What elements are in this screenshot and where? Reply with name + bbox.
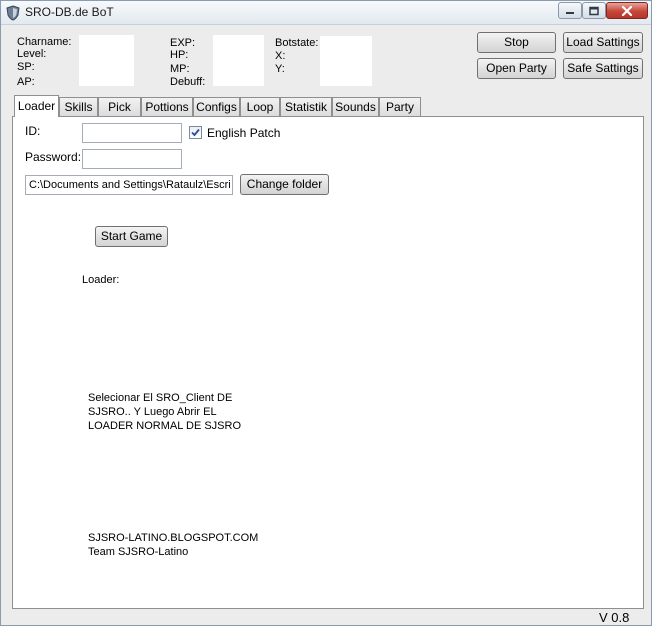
start-game-button[interactable]: Start Game (95, 226, 168, 247)
load-settings-button[interactable]: Load Sattings (563, 32, 643, 53)
save-settings-button[interactable]: Safe Sattings (563, 58, 643, 79)
main-window: SRO-DB.de BoT Charname: Level: SP: AP: E… (0, 0, 652, 626)
checkmark-icon (191, 128, 200, 137)
english-patch-checkbox[interactable] (189, 126, 202, 139)
tab-party[interactable]: Party (379, 97, 421, 116)
botstate-values-box (320, 36, 372, 86)
stats-values-box (213, 35, 264, 86)
instruction-line-1: Selecionar El SRO_Client DE (88, 392, 233, 404)
id-input[interactable] (82, 123, 182, 143)
window-title: SRO-DB.de BoT (25, 5, 114, 19)
y-coord-label: Y: (275, 63, 285, 75)
tab-skills[interactable]: Skills (59, 97, 98, 116)
id-label: ID: (25, 124, 41, 138)
close-button[interactable] (606, 2, 648, 19)
ap-label: AP: (17, 76, 35, 88)
char-values-box (79, 35, 134, 86)
stop-button[interactable]: Stop (477, 32, 556, 53)
instruction-line-2: SJSRO.. Y Luego Abrir EL (88, 406, 217, 418)
minimize-button[interactable] (558, 2, 582, 19)
close-icon (621, 5, 633, 16)
version-label: V 0.8 (599, 610, 630, 625)
sp-label: SP: (17, 61, 35, 73)
password-input[interactable] (82, 149, 182, 169)
hp-label: HP: (170, 49, 189, 61)
loader-panel: ID: English Patch Password: C:\Documents… (12, 116, 644, 609)
tab-pottions[interactable]: Pottions (141, 97, 193, 116)
credit-team: Team SJSRO-Latino (88, 546, 189, 558)
english-patch-label: English Patch (207, 126, 281, 140)
tab-loader[interactable]: Loader (14, 95, 59, 117)
credit-url: SJSRO-LATINO.BLOGSPOT.COM (88, 532, 259, 544)
maximize-button[interactable] (582, 2, 606, 19)
tab-configs[interactable]: Configs (193, 97, 240, 116)
instruction-line-3: LOADER NORMAL DE SJSRO (88, 420, 242, 432)
change-folder-button[interactable]: Change folder (240, 174, 329, 195)
password-label: Password: (25, 150, 82, 164)
loader-status-label: Loader: (82, 274, 120, 286)
folder-path-input[interactable]: C:\Documents and Settings\Rataulz\Escri (25, 175, 233, 195)
charname-label: Charname: (17, 36, 72, 48)
app-shield-icon (6, 5, 20, 21)
minimize-icon (566, 11, 574, 14)
tab-pick[interactable]: Pick (98, 97, 141, 116)
x-coord-label: X: (275, 50, 286, 62)
maximize-icon (589, 6, 599, 15)
title-bar[interactable]: SRO-DB.de BoT (1, 1, 651, 25)
tab-sounds[interactable]: Sounds (332, 97, 379, 116)
debuff-label: Debuff: (170, 76, 206, 88)
tab-loop[interactable]: Loop (240, 97, 280, 116)
mp-label: MP: (170, 63, 190, 75)
botstate-label: Botstate: (275, 37, 319, 49)
tab-statistik[interactable]: Statistik (280, 97, 332, 116)
open-party-button[interactable]: Open Party (477, 58, 556, 79)
exp-label: EXP: (170, 37, 196, 49)
level-label: Level: (17, 48, 47, 60)
